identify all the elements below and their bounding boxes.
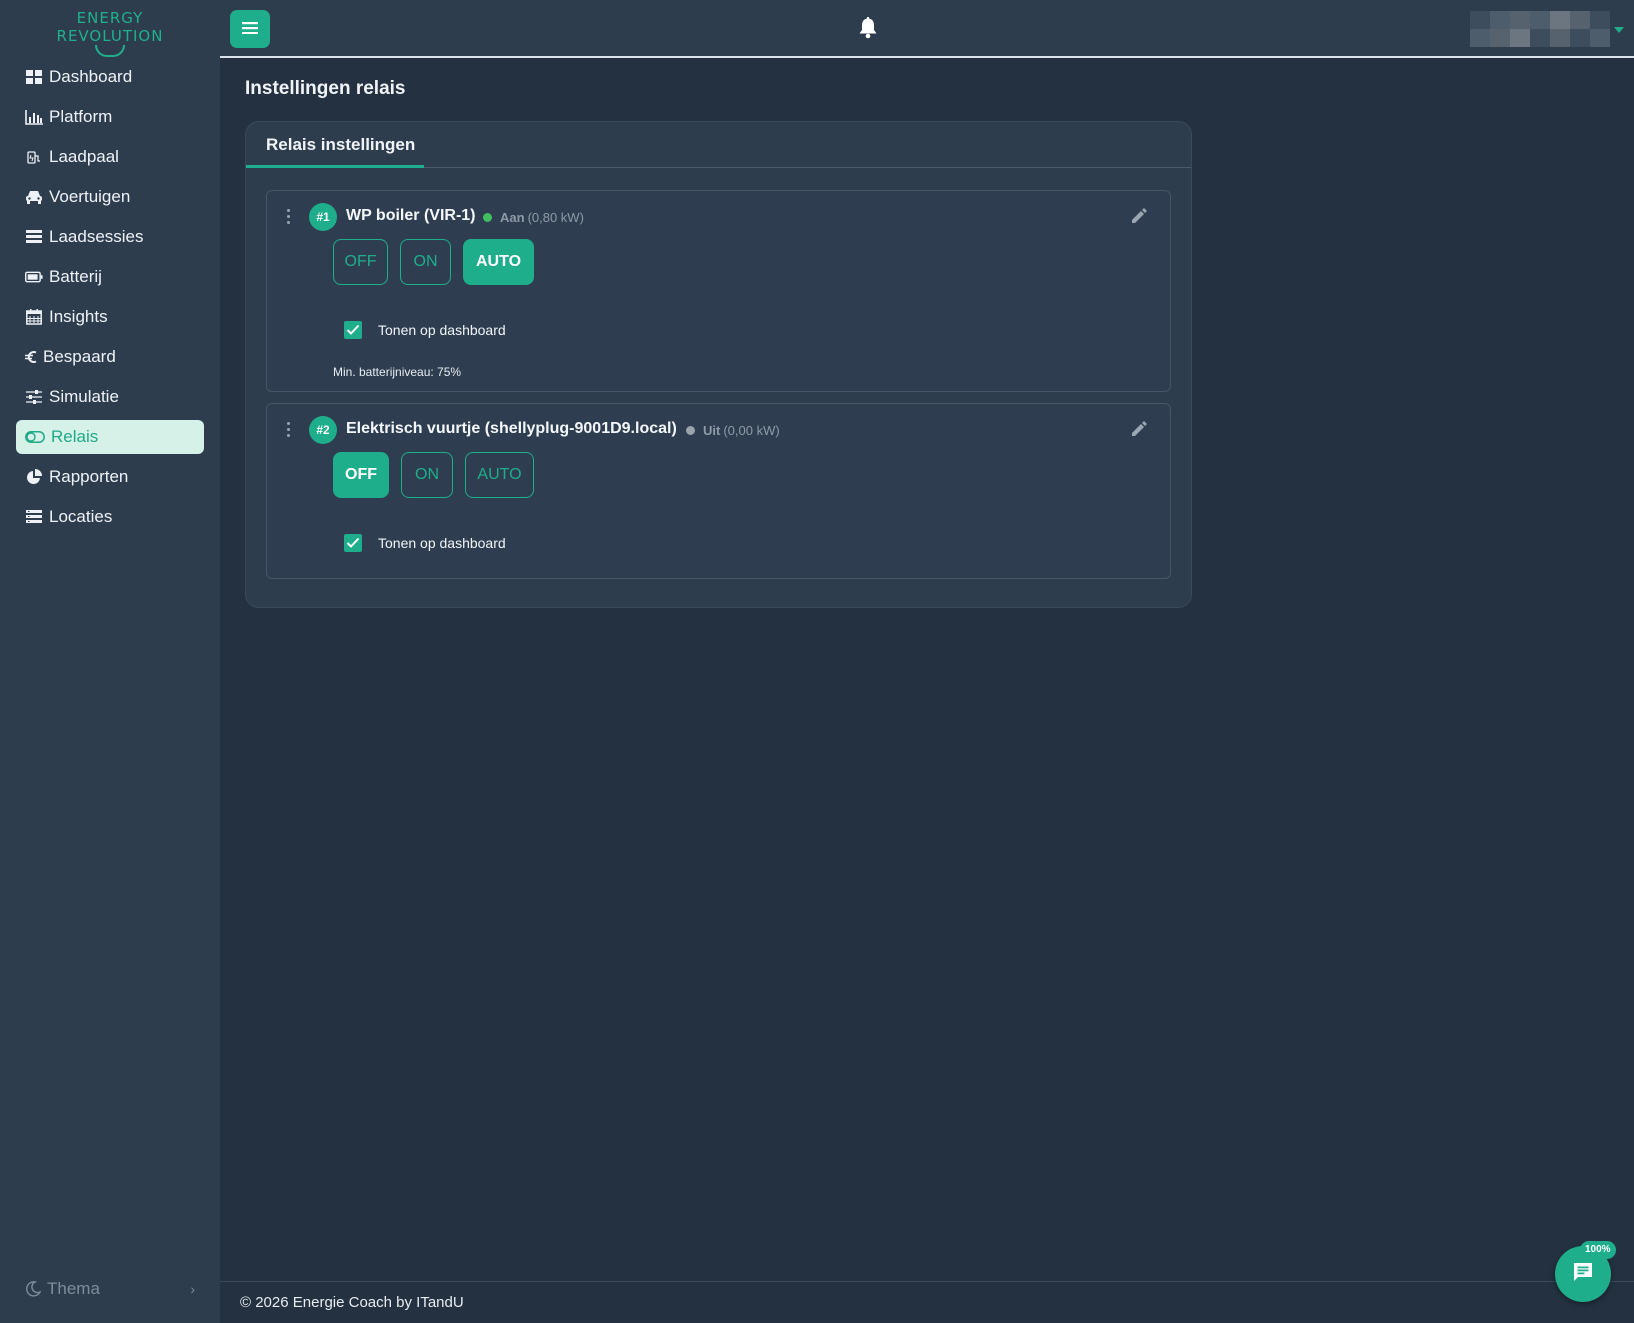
euro-icon <box>25 348 37 366</box>
tab-relais-instellingen[interactable]: Relais instellingen <box>246 122 424 168</box>
mode-button-group: OFF ON AUTO <box>333 452 546 498</box>
pie-chart-icon <box>25 468 43 486</box>
check-icon <box>346 537 360 548</box>
drag-handle-icon[interactable] <box>285 422 291 438</box>
sidebar-item-label: Insights <box>49 307 108 326</box>
sidebar-item-platform[interactable]: Platform <box>16 100 204 134</box>
logo-line2: REVOLUTION <box>56 27 164 45</box>
sidebar-item-label: Batterij <box>49 267 102 286</box>
chat-icon <box>1572 1261 1594 1288</box>
menu-toggle-button[interactable] <box>230 10 270 48</box>
theme-label: Thema <box>47 1279 100 1298</box>
page-title: Instellingen relais <box>245 78 406 99</box>
logo-line1: ENERGY <box>76 9 144 27</box>
footer: © 2026 Energie Coach by ITandU <box>220 1281 1634 1323</box>
mode-auto-button[interactable]: AUTO <box>465 452 534 498</box>
sidebar-item-label: Laadpaal <box>49 147 119 166</box>
status-label: Uit <box>703 423 721 438</box>
bar-chart-icon <box>25 108 43 126</box>
min-battery-level: Min. batterijniveau: 75% <box>333 365 462 379</box>
sidebar-item-rapporten[interactable]: Rapporten <box>16 460 204 494</box>
caret-down-icon[interactable] <box>1614 27 1624 33</box>
show-on-dashboard-row: Tonen op dashboard <box>344 321 506 339</box>
check-icon <box>346 324 360 335</box>
sidebar-item-label: Voertuigen <box>49 187 131 206</box>
charging-station-icon <box>25 148 43 166</box>
mode-on-button[interactable]: ON <box>400 239 451 285</box>
sidebar-nav: Dashboard Platform Laadpaal Voertuigen L… <box>16 60 204 540</box>
show-on-dashboard-checkbox[interactable] <box>344 321 362 339</box>
sidebar-item-voertuigen[interactable]: Voertuigen <box>16 180 204 214</box>
sidebar-item-label: Laadsessies <box>49 227 144 246</box>
dashboard-grid-icon <box>25 68 43 86</box>
status-dot-icon <box>686 426 695 435</box>
logo[interactable]: ENERGY REVOLUTION <box>54 9 166 57</box>
status-value: (0,00 kW) <box>723 423 780 438</box>
sidebar-item-laadpaal[interactable]: Laadpaal <box>16 140 204 174</box>
sidebar-item-dashboard[interactable]: Dashboard <box>16 60 204 94</box>
sidebar-item-label: Dashboard <box>49 67 133 86</box>
status-dot-icon <box>483 213 492 222</box>
server-icon <box>25 508 43 526</box>
hamburger-icon <box>242 21 258 37</box>
relay-number-badge: #2 <box>309 416 337 444</box>
car-icon <box>25 188 43 206</box>
drag-handle-icon[interactable] <box>285 209 291 225</box>
sidebar-item-insights[interactable]: Insights <box>16 300 204 334</box>
show-on-dashboard-label: Tonen op dashboard <box>378 322 506 338</box>
show-on-dashboard-label: Tonen op dashboard <box>378 535 506 551</box>
relay-name: Elektrisch vuurtje (shellyplug-9001D9.lo… <box>346 420 677 437</box>
show-on-dashboard-checkbox[interactable] <box>344 534 362 552</box>
sidebar-item-locaties[interactable]: Locaties <box>16 500 204 534</box>
sidebar-item-relais[interactable]: Relais <box>16 420 204 454</box>
edit-pencil-icon[interactable] <box>1130 420 1150 440</box>
list-icon <box>25 228 43 246</box>
relay-status: Uit (0,00 kW) <box>686 423 780 438</box>
status-value: (0,80 kW) <box>527 210 584 225</box>
bell-icon[interactable] <box>858 17 880 39</box>
relay-number-badge: #1 <box>309 203 337 231</box>
user-avatar[interactable] <box>1470 11 1610 47</box>
moon-icon <box>25 1281 42 1297</box>
battery-icon <box>25 268 43 286</box>
calendar-icon <box>25 308 43 326</box>
edit-pencil-icon[interactable] <box>1130 207 1150 227</box>
sidebar-item-label: Rapporten <box>49 467 129 486</box>
sidebar-item-batterij[interactable]: Batterij <box>16 260 204 294</box>
toggle-icon <box>25 428 45 446</box>
logo-smile-icon <box>95 45 125 57</box>
topbar <box>220 0 1634 58</box>
relay-item: #2 Elektrisch vuurtje (shellyplug-9001D9… <box>266 403 1171 579</box>
tab-bar: Relais instellingen <box>246 122 1191 168</box>
relay-status: Aan (0,80 kW) <box>483 210 584 225</box>
sidebar-item-simulatie[interactable]: Simulatie <box>16 380 204 414</box>
relay-name: WP boiler (VIR-1) <box>346 207 476 224</box>
sidebar-item-laadsessies[interactable]: Laadsessies <box>16 220 204 254</box>
sidebar-item-label: Platform <box>49 107 113 126</box>
theme-toggle[interactable]: Thema › <box>25 1276 195 1302</box>
sidebar-item-label: Simulatie <box>49 387 119 406</box>
sliders-icon <box>25 388 43 406</box>
mode-auto-button[interactable]: AUTO <box>463 239 534 285</box>
relay-item: #1 WP boiler (VIR-1) Aan (0,80 kW) OFF O… <box>266 190 1171 392</box>
mode-off-button[interactable]: OFF <box>333 452 389 498</box>
status-label: Aan <box>500 210 525 225</box>
mode-button-group: OFF ON AUTO <box>333 239 546 285</box>
chat-badge: 100% <box>1580 1241 1616 1259</box>
mode-on-button[interactable]: ON <box>401 452 453 498</box>
sidebar-item-label: Locaties <box>49 507 113 526</box>
sidebar-item-label: Bespaard <box>43 347 116 366</box>
sidebar-item-label: Relais <box>51 427 99 446</box>
relay-settings-card: Relais instellingen #1 WP boiler (VIR-1)… <box>245 121 1192 608</box>
show-on-dashboard-row: Tonen op dashboard <box>344 534 506 552</box>
chevron-right-icon: › <box>190 1281 195 1297</box>
sidebar: ENERGY REVOLUTION Dashboard Platform Laa… <box>0 0 220 1323</box>
mode-off-button[interactable]: OFF <box>333 239 388 285</box>
sidebar-item-bespaard[interactable]: Bespaard <box>16 340 204 374</box>
